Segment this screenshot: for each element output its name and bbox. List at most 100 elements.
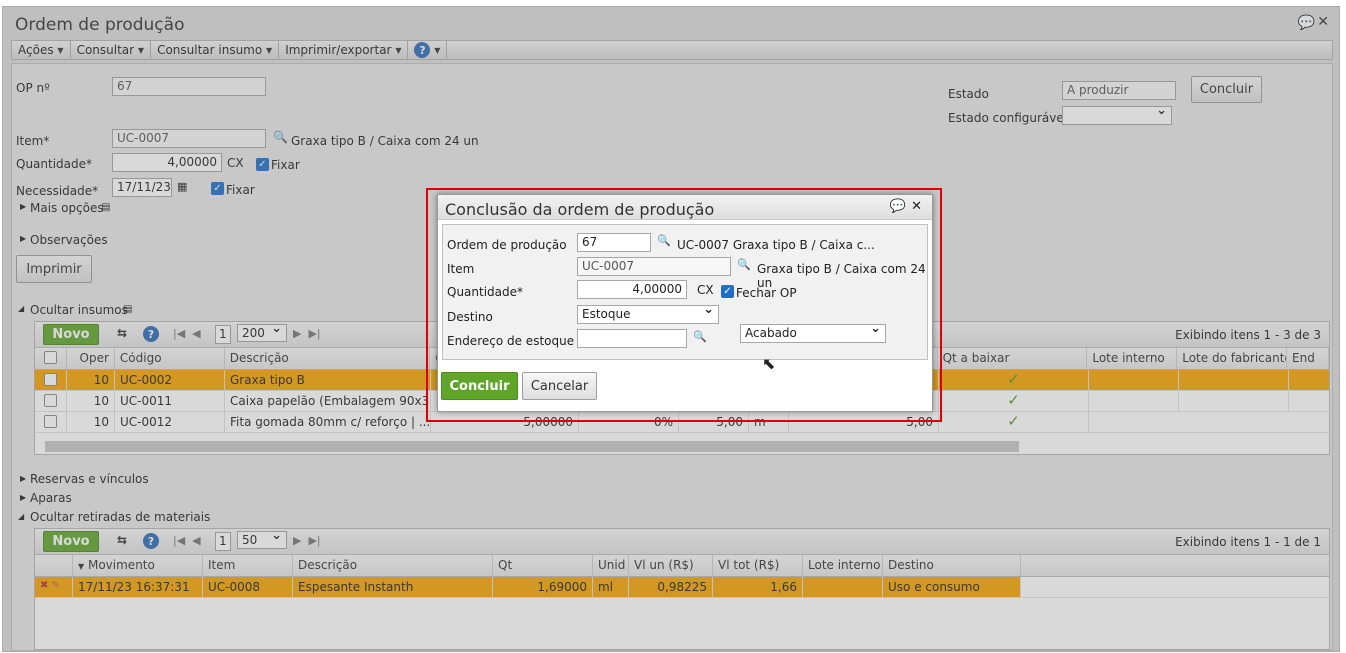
- refresh-icon[interactable]: ⇆: [117, 326, 127, 340]
- observacoes-link[interactable]: Observações: [30, 233, 108, 247]
- aparas-link[interactable]: Aparas: [30, 491, 72, 505]
- page-field[interactable]: 1: [215, 325, 231, 344]
- expand-icon[interactable]: ▶: [20, 474, 26, 483]
- col-codigo[interactable]: Código: [115, 348, 225, 369]
- row-check-cell: [35, 391, 67, 411]
- qty-field[interactable]: 4,00000: [112, 153, 222, 172]
- comment-icon[interactable]: 💬: [1298, 15, 1315, 31]
- prev-page-icon[interactable]: ◀: [192, 327, 200, 340]
- help-icon[interactable]: ?: [143, 326, 159, 342]
- col-descricao[interactable]: Descrição: [293, 555, 493, 576]
- col-oper[interactable]: Oper: [67, 348, 115, 369]
- horizontal-scrollbar[interactable]: [45, 441, 1019, 452]
- collapse-icon[interactable]: ◢: [18, 512, 24, 521]
- col-movimento[interactable]: ▼ Movimento: [73, 555, 203, 576]
- col-qt[interactable]: Qt: [493, 555, 593, 576]
- col-movimento-label: Movimento: [87, 558, 155, 572]
- chevron-down-icon: ▼: [395, 45, 402, 55]
- cell-desc: Caixa papelão (Embalagem 90x3...: [225, 391, 431, 411]
- ocultar-insumos-link[interactable]: Ocultar insumos: [30, 303, 128, 317]
- col-lote-interno[interactable]: Lote interno: [1087, 348, 1178, 369]
- per-page-select[interactable]: 200: [237, 321, 287, 342]
- retiradas-link[interactable]: Ocultar retiradas de materiais: [30, 510, 210, 524]
- need-date-field[interactable]: 17/11/23: [112, 178, 172, 197]
- next-page-icon[interactable]: ▶: [293, 534, 301, 547]
- estado-label: Estado: [948, 87, 989, 101]
- menu-consultar-insumo[interactable]: Consultar insumo ▼: [151, 41, 280, 59]
- estado-conf-label: Estado configurável: [948, 111, 1068, 125]
- item-field[interactable]: UC-0007: [112, 129, 266, 148]
- estado-conf-select[interactable]: [1062, 103, 1172, 125]
- prev-page-icon[interactable]: ◀: [192, 534, 200, 547]
- col-qt-a-baixar[interactable]: Qt a baixar: [938, 348, 1088, 369]
- expand-icon[interactable]: ▶: [20, 202, 26, 211]
- row-checkbox[interactable]: [44, 373, 57, 386]
- fixar2-checkbox[interactable]: ✓: [211, 182, 224, 195]
- menu-help[interactable]: ? ▼: [408, 41, 448, 59]
- calendar-icon[interactable]: ▦: [177, 180, 187, 193]
- menu-consultar[interactable]: Consultar ▼: [71, 41, 152, 59]
- item-description: Graxa tipo B / Caixa com 24 un: [291, 134, 479, 148]
- col-descricao[interactable]: Descrição: [225, 348, 431, 369]
- menu-imprimir-exportar[interactable]: Imprimir/exportar ▼: [279, 41, 409, 59]
- imprimir-button[interactable]: Imprimir: [16, 255, 92, 283]
- cell-lote: [1089, 391, 1179, 411]
- search-icon[interactable]: 🔍: [273, 130, 288, 144]
- collapse-icon[interactable]: ◢: [18, 304, 24, 313]
- menu-acoes[interactable]: Ações ▼: [12, 41, 71, 59]
- novo-retirada-button[interactable]: Novo: [43, 531, 99, 552]
- last-page-icon[interactable]: ▶|: [308, 327, 320, 340]
- edit-icon[interactable]: ✎: [52, 580, 60, 591]
- table-row[interactable]: ✖ ✎ 17/11/23 16:37:31 UC-0008 Espesante …: [35, 577, 1329, 598]
- refresh-icon[interactable]: ⇆: [117, 533, 127, 547]
- highlight-frame: [426, 188, 942, 422]
- retiradas-grid: Novo ⇆ ? |◀ ◀ 1 50 ▶ ▶| Exibindo itens 1…: [34, 528, 1330, 650]
- cell-desc: Graxa tipo B: [225, 370, 431, 390]
- col-item[interactable]: Item: [203, 555, 293, 576]
- col-end[interactable]: End: [1287, 348, 1329, 369]
- col-destino[interactable]: Destino: [883, 555, 1021, 576]
- cell-desc: Espesante Instanth: [293, 577, 493, 597]
- menu-consultar-label: Consultar: [76, 43, 135, 57]
- per-page-value: 200: [242, 326, 265, 340]
- expand-icon[interactable]: ▶: [20, 234, 26, 243]
- row-check-cell: [35, 370, 67, 390]
- op-label: OP nº: [16, 81, 50, 95]
- novo-insumo-button[interactable]: Novo: [43, 324, 99, 345]
- col-vltot[interactable]: Vl tot (R$): [713, 555, 803, 576]
- next-page-icon[interactable]: ▶: [293, 327, 301, 340]
- col-lote-fabricante[interactable]: Lote do fabricante: [1177, 348, 1288, 369]
- select-all-cell: [35, 348, 67, 369]
- per-page-select[interactable]: 50: [237, 528, 287, 549]
- page-field[interactable]: 1: [215, 532, 231, 551]
- op-field[interactable]: 67: [112, 77, 266, 96]
- menu-bar: Ações ▼ Consultar ▼ Consultar insumo ▼ I…: [11, 40, 1333, 60]
- close-icon[interactable]: ✕: [1317, 14, 1329, 30]
- reservas-link[interactable]: Reservas e vínculos: [30, 472, 149, 486]
- qty-unit: CX: [227, 156, 244, 170]
- cell-lote: [1089, 370, 1179, 390]
- select-all-checkbox[interactable]: [43, 351, 57, 364]
- col-vlun[interactable]: Vl un (R$): [629, 555, 713, 576]
- help-icon: ?: [414, 42, 431, 58]
- estado-field[interactable]: A produzir: [1062, 81, 1176, 100]
- cell-code: UC-0012: [115, 412, 225, 432]
- expand-icon[interactable]: ▶: [20, 493, 26, 502]
- window-title: Ordem de produção: [15, 15, 185, 35]
- delete-icon[interactable]: ✖: [40, 580, 48, 591]
- row-checkbox[interactable]: [44, 394, 57, 407]
- help-icon[interactable]: ?: [143, 533, 159, 549]
- concluir-top-button[interactable]: Concluir: [1191, 76, 1262, 103]
- pager: |◀ ◀: [173, 327, 201, 340]
- col-lote[interactable]: Lote interno: [803, 555, 883, 576]
- row-checkbox[interactable]: [44, 415, 57, 428]
- first-page-icon[interactable]: |◀: [173, 534, 185, 547]
- pager-next: ▶ ▶|: [293, 534, 321, 547]
- mais-opcoes-link[interactable]: Mais opções: [30, 201, 104, 215]
- fixar-checkbox[interactable]: ✓: [256, 158, 269, 171]
- col-unid[interactable]: Unid: [593, 555, 629, 576]
- last-page-icon[interactable]: ▶|: [308, 534, 320, 547]
- per-page-value: 50: [242, 533, 258, 547]
- first-page-icon[interactable]: |◀: [173, 327, 185, 340]
- menu-consultar-insumo-label: Consultar insumo: [157, 43, 263, 57]
